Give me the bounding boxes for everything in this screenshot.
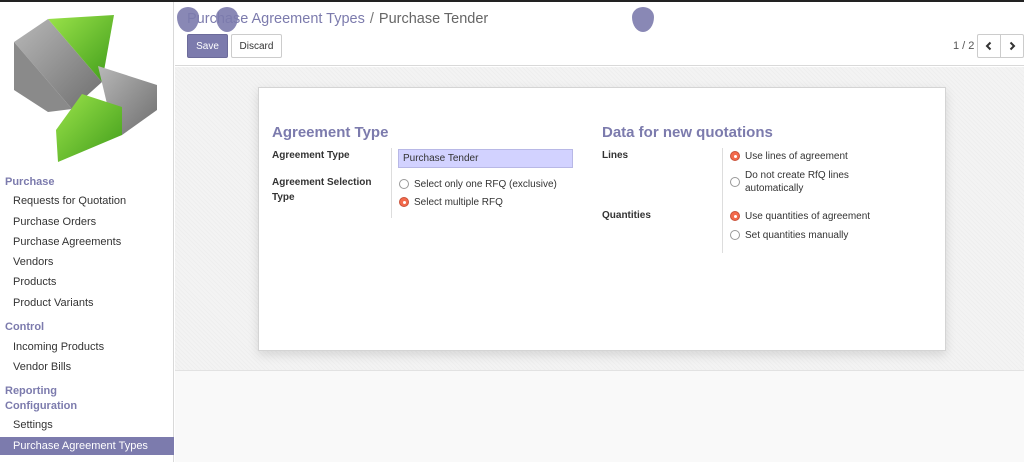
form-view-background: Agreement Type Agreement Type Purchase T… — [175, 67, 1024, 370]
radio-button[interactable] — [730, 177, 740, 187]
radio-option-use-lines[interactable]: Use lines of agreement — [730, 150, 848, 163]
sidebar-item-purchase-orders[interactable]: Purchase Orders — [0, 213, 174, 231]
agreement-type-group-title: Agreement Type — [272, 124, 389, 141]
radio-button[interactable] — [399, 179, 409, 189]
sidebar-item-product-variants[interactable]: Product Variants — [0, 294, 174, 312]
sidebar-item-requests-for-quotation[interactable]: Requests for Quotation — [0, 192, 174, 210]
field-divider — [391, 148, 392, 218]
pager-previous-button[interactable] — [977, 34, 1001, 58]
form-sheet: Agreement Type Agreement Type Purchase T… — [258, 87, 946, 351]
chatter-area — [175, 370, 1024, 462]
new-quotations-group-title: Data for new quotations — [602, 124, 773, 141]
radio-option-set-manually[interactable]: Set quantities manually — [730, 229, 848, 242]
sidebar-item-vendor-bills[interactable]: Vendor Bills — [0, 358, 174, 376]
radio-label: Use quantities of agreement — [745, 211, 871, 222]
radio-label: Select only one RFQ (exclusive) — [414, 179, 557, 190]
breadcrumb-current: Purchase Tender — [378, 11, 489, 27]
sidebar: Purchase Requests for Quotation Purchase… — [0, 2, 174, 462]
sidebar-section-control: Control — [5, 321, 45, 333]
radio-option-multiple[interactable]: Select multiple RFQ — [399, 196, 503, 209]
field-divider — [722, 148, 723, 253]
quantities-label: Quantities — [602, 210, 651, 221]
chevron-right-icon — [1009, 41, 1016, 51]
radio-button[interactable] — [730, 230, 740, 240]
radio-button-checked[interactable] — [399, 197, 409, 207]
company-logo — [14, 15, 157, 162]
agreement-type-label: Agreement Type — [272, 150, 350, 161]
control-panel: Purchase Agreement Types / Purchase Tender… — [175, 2, 1024, 66]
radio-label: Set quantities manually — [745, 230, 849, 241]
pager-next-button[interactable] — [1000, 34, 1024, 58]
save-button[interactable]: Save — [187, 34, 228, 58]
sidebar-item-products[interactable]: Products — [0, 273, 174, 291]
pager-value[interactable]: 1 / 2 — [953, 40, 974, 52]
radio-label: Select multiple RFQ — [414, 197, 503, 208]
radio-option-exclusive[interactable]: Select only one RFQ (exclusive) — [399, 178, 557, 191]
radio-label: Do not create RfQ lines automatically — [745, 170, 849, 194]
radio-button-checked[interactable] — [730, 151, 740, 161]
agreement-type-input[interactable]: Purchase Tender — [398, 149, 573, 168]
radio-option-no-lines[interactable]: Do not create RfQ lines automatically — [730, 169, 880, 195]
radio-option-use-quantities[interactable]: Use quantities of agreement — [730, 210, 870, 223]
sidebar-section-reporting[interactable]: Reporting — [5, 385, 57, 397]
sidebar-item-settings[interactable]: Settings — [0, 416, 174, 434]
breadcrumb-parent-link[interactable]: Purchase Agreement Types — [187, 11, 365, 27]
sidebar-section-purchase: Purchase — [5, 176, 55, 188]
sidebar-item-purchase-agreement-types[interactable]: Purchase Agreement Types — [0, 437, 174, 455]
main-area: Purchase Agreement Types / Purchase Tender… — [175, 2, 1024, 462]
sidebar-item-incoming-products[interactable]: Incoming Products — [0, 338, 174, 356]
breadcrumb-separator: / — [369, 11, 374, 27]
radio-label: Use lines of agreement — [745, 151, 848, 162]
radio-button-checked[interactable] — [730, 211, 740, 221]
sidebar-item-purchase-agreements[interactable]: Purchase Agreements — [0, 233, 174, 251]
chevron-left-icon — [985, 41, 992, 51]
lines-label: Lines — [602, 150, 629, 161]
sidebar-item-vendors[interactable]: Vendors — [0, 253, 174, 271]
sidebar-section-configuration: Configuration — [5, 400, 78, 412]
discard-button[interactable]: Discard — [231, 34, 282, 58]
agreement-selection-type-label: Agreement Selection Type — [272, 177, 372, 203]
